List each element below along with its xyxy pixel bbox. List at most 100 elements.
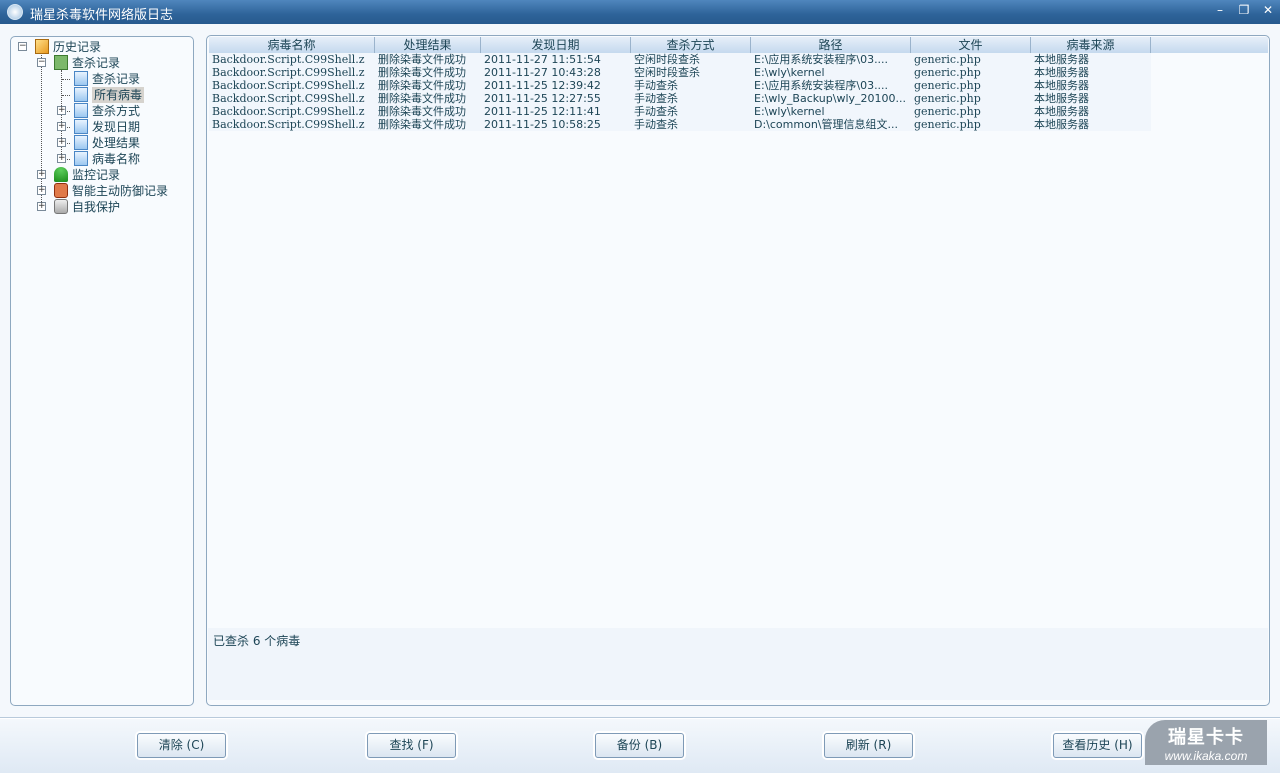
table-cell: Backdoor.Script.C99Shell.z bbox=[212, 79, 365, 92]
column-header[interactable]: 处理结果 bbox=[375, 37, 481, 53]
tree-history-expander[interactable]: − bbox=[18, 42, 27, 51]
table-cell: 手动查杀 bbox=[634, 92, 678, 105]
table-row[interactable]: Backdoor.Script.C99Shell.z 删除染毒文件成功 2011-1… bbox=[209, 53, 1151, 66]
tree-item-2-expander[interactable]: + bbox=[57, 106, 66, 115]
lock-icon bbox=[54, 199, 68, 214]
table-cell: Backdoor.Script.C99Shell.z bbox=[212, 118, 365, 131]
table-cell: E:\wly\kernel bbox=[754, 105, 825, 118]
tree-monitor-records[interactable]: 监控记录 bbox=[72, 167, 120, 183]
table-cell: generic.php bbox=[914, 53, 981, 66]
refresh-button[interactable]: 刷新 (R) bbox=[824, 733, 913, 758]
table-cell: Backdoor.Script.C99Shell.z bbox=[212, 92, 365, 105]
table-row[interactable]: Backdoor.Script.C99Shell.z 删除染毒文件成功 2011-1… bbox=[209, 105, 1151, 118]
table-cell: 本地服务器 bbox=[1034, 118, 1089, 131]
table-cell: 本地服务器 bbox=[1034, 53, 1089, 66]
tree-history[interactable]: 历史记录 bbox=[53, 39, 101, 55]
window-title: 瑞星杀毒软件网络版日志 bbox=[30, 8, 174, 23]
view-history-button[interactable]: 查看历史 (H) bbox=[1053, 733, 1142, 758]
column-header[interactable]: 病毒来源 bbox=[1031, 37, 1151, 53]
column-header[interactable]: 路径 bbox=[751, 37, 911, 53]
table-cell: 手动查杀 bbox=[634, 79, 678, 92]
tree-defense-records-expander[interactable]: + bbox=[37, 186, 46, 195]
tree-defense-records[interactable]: 智能主动防御记录 bbox=[72, 183, 168, 199]
minimize-button[interactable]: – bbox=[1208, 2, 1232, 18]
table-cell: E:\应用系统安装程序\03.... bbox=[754, 79, 889, 92]
scan-record-icon bbox=[54, 55, 68, 70]
tree-item-5[interactable]: 病毒名称 bbox=[92, 151, 140, 167]
table-cell: 本地服务器 bbox=[1034, 79, 1089, 92]
table-cell: 2011-11-25 12:39:42 bbox=[484, 79, 601, 92]
log-list-panel bbox=[206, 35, 1270, 706]
table-cell: D:\common\管理信息组文... bbox=[754, 118, 898, 131]
table-cell: 空闲时段查杀 bbox=[634, 53, 700, 66]
table-cell: 2011-11-27 10:43:28 bbox=[484, 66, 601, 79]
close-button[interactable]: ✕ bbox=[1256, 2, 1280, 18]
backup-button[interactable]: 备份 (B) bbox=[595, 733, 684, 758]
tree-item-2[interactable]: 查杀方式 bbox=[92, 103, 140, 119]
tree-item-3-expander[interactable]: + bbox=[57, 122, 66, 131]
tree-monitor-records-expander[interactable]: + bbox=[37, 170, 46, 179]
table-cell: 本地服务器 bbox=[1034, 66, 1089, 79]
app-shield-icon bbox=[7, 4, 23, 20]
tree-item-1[interactable]: 所有病毒 bbox=[92, 87, 145, 103]
rising-logo: 瑞星卡卡 www.ikaka.com bbox=[1145, 720, 1267, 765]
umbrella-icon bbox=[54, 167, 68, 182]
document-icon bbox=[74, 87, 88, 102]
table-cell: 2011-11-25 10:58:25 bbox=[484, 118, 601, 131]
table-cell: 删除染毒文件成功 bbox=[378, 66, 466, 79]
tree-item-3[interactable]: 发现日期 bbox=[92, 119, 140, 135]
column-header[interactable]: 查杀方式 bbox=[631, 37, 751, 53]
shield-glove-icon bbox=[54, 183, 68, 198]
tree-item-4[interactable]: 处理结果 bbox=[92, 135, 140, 151]
table-cell: 删除染毒文件成功 bbox=[378, 92, 466, 105]
table-cell: 删除染毒文件成功 bbox=[378, 53, 466, 66]
table-row[interactable]: Backdoor.Script.C99Shell.z 删除染毒文件成功 2011-1… bbox=[209, 92, 1151, 105]
tree-item-0[interactable]: 查杀记录 bbox=[92, 71, 140, 87]
table-cell: Backdoor.Script.C99Shell.z bbox=[212, 66, 365, 79]
history-folder-icon bbox=[35, 39, 49, 54]
tree-item-5-expander[interactable]: + bbox=[57, 154, 66, 163]
document-icon bbox=[74, 135, 88, 150]
document-icon bbox=[74, 71, 88, 86]
table-cell: 2011-11-25 12:11:41 bbox=[484, 105, 601, 118]
table-cell: 手动查杀 bbox=[634, 118, 678, 131]
tree-self-protect[interactable]: 自我保护 bbox=[72, 199, 120, 215]
title-bar: 瑞星杀毒软件网络版日志 – ❐ ✕ bbox=[0, 0, 1280, 24]
table-cell: 2011-11-25 12:27:55 bbox=[484, 92, 601, 105]
column-header-filler bbox=[1151, 37, 1268, 53]
table-row[interactable]: Backdoor.Script.C99Shell.z 删除染毒文件成功 2011-1… bbox=[209, 66, 1151, 79]
tree-scan-records-expander[interactable]: − bbox=[37, 58, 46, 67]
table-cell: generic.php bbox=[914, 66, 981, 79]
document-icon bbox=[74, 119, 88, 134]
table-cell: generic.php bbox=[914, 79, 981, 92]
table-cell: generic.php bbox=[914, 105, 981, 118]
table-row[interactable]: Backdoor.Script.C99Shell.z 删除染毒文件成功 2011-1… bbox=[209, 118, 1151, 131]
tree-scan-records[interactable]: 查杀记录 bbox=[72, 55, 120, 71]
status-text: 已查杀 6 个病毒 bbox=[208, 628, 1268, 700]
table-cell: 删除染毒文件成功 bbox=[378, 79, 466, 92]
clear-button[interactable]: 清除 (C) bbox=[137, 733, 226, 758]
table-cell: 本地服务器 bbox=[1034, 105, 1089, 118]
tree-line bbox=[62, 95, 70, 96]
table-cell: 手动查杀 bbox=[634, 105, 678, 118]
tree-line bbox=[62, 79, 70, 80]
column-header[interactable]: 文件 bbox=[911, 37, 1031, 53]
tree-self-protect-expander[interactable]: + bbox=[37, 202, 46, 211]
column-header[interactable]: 病毒名称 bbox=[209, 37, 375, 53]
tree-item-4-expander[interactable]: + bbox=[57, 138, 66, 147]
table-cell: generic.php bbox=[914, 118, 981, 131]
find-button[interactable]: 查找 (F) bbox=[367, 733, 456, 758]
table-cell: 2011-11-27 11:51:54 bbox=[484, 53, 601, 66]
table-cell: E:\wly_Backup\wly_20100... bbox=[754, 92, 906, 105]
table-cell: E:\wly\kernel bbox=[754, 66, 825, 79]
table-cell: Backdoor.Script.C99Shell.z bbox=[212, 105, 365, 118]
document-icon bbox=[74, 103, 88, 118]
table-cell: 删除染毒文件成功 bbox=[378, 118, 466, 131]
table-cell: 本地服务器 bbox=[1034, 92, 1089, 105]
table-row[interactable]: Backdoor.Script.C99Shell.z 删除染毒文件成功 2011-1… bbox=[209, 79, 1151, 92]
table-cell: 空闲时段查杀 bbox=[634, 66, 700, 79]
column-header[interactable]: 发现日期 bbox=[481, 37, 631, 53]
table-cell: 删除染毒文件成功 bbox=[378, 105, 466, 118]
restore-button[interactable]: ❐ bbox=[1232, 2, 1256, 18]
document-icon bbox=[74, 151, 88, 166]
